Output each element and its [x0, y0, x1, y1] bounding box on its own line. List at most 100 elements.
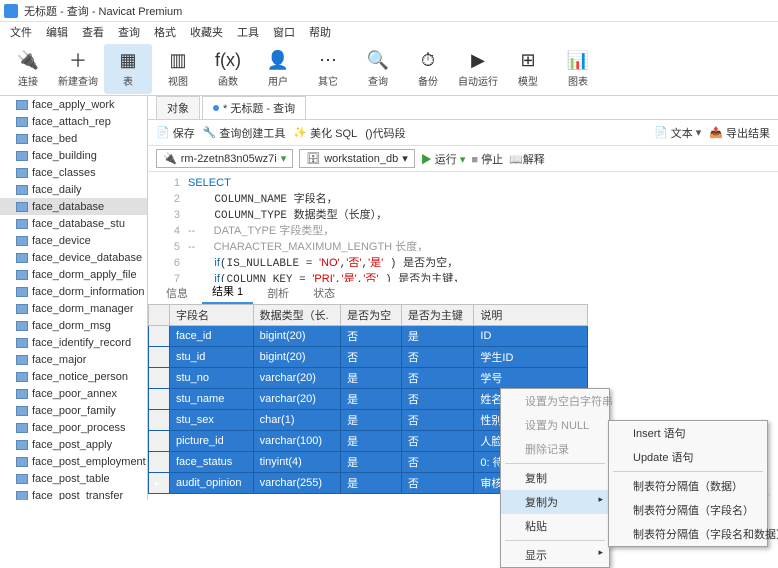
grid-cell[interactable]: 是: [341, 368, 402, 389]
menu-文件[interactable]: 文件: [4, 22, 38, 42]
menu-item[interactable]: 复制为: [501, 490, 609, 514]
grid-cell[interactable]: bigint(20): [253, 326, 340, 347]
context-submenu[interactable]: Insert 语句Update 语句制表符分隔值（数据）制表符分隔值（字段名）制…: [608, 420, 768, 547]
toolbar-视图[interactable]: ▥视图: [154, 44, 202, 94]
toolbar-表[interactable]: ▦表: [104, 44, 152, 94]
tree-item[interactable]: face_classes: [0, 164, 147, 181]
tree-item[interactable]: face_database: [0, 198, 147, 215]
toolbar-函数[interactable]: f(x)函数: [204, 44, 252, 94]
query-builder-button[interactable]: 🔧 查询创建工具: [203, 125, 286, 141]
grid-cell[interactable]: 是: [341, 452, 402, 473]
toolbar-连接[interactable]: 🔌连接: [4, 44, 52, 94]
menu-查看[interactable]: 查看: [76, 22, 110, 42]
object-tree[interactable]: face_apply_workface_attach_repface_bedfa…: [0, 96, 148, 500]
toolbar-备份[interactable]: ⏱备份: [404, 44, 452, 94]
tree-item[interactable]: face_poor_process: [0, 419, 147, 436]
menu-item[interactable]: 显示: [501, 543, 609, 567]
menu-item[interactable]: 制表符分隔值（数据）: [609, 474, 767, 498]
text-mode[interactable]: 📄 文本 ▾: [654, 125, 701, 141]
tree-item[interactable]: face_dorm_apply_file: [0, 266, 147, 283]
tree-item[interactable]: face_bed: [0, 130, 147, 147]
save-button[interactable]: 📄 保存: [156, 125, 195, 141]
menu-帮助[interactable]: 帮助: [303, 22, 337, 42]
server-combo[interactable]: 🔌 rm-2zetn83n05wz7i ▾: [156, 149, 293, 168]
tab[interactable]: 对象: [156, 96, 200, 119]
grid-cell[interactable]: stu_sex: [170, 410, 254, 431]
tree-item[interactable]: face_post_transfer: [0, 487, 147, 500]
menu-工具[interactable]: 工具: [231, 22, 265, 42]
tree-item[interactable]: face_post_employment: [0, 453, 147, 470]
toolbar-用户[interactable]: 👤用户: [254, 44, 302, 94]
run-button[interactable]: ▶ 运行 ▾: [421, 151, 466, 167]
grid-cell[interactable]: audit_opinion: [170, 473, 254, 494]
tree-item[interactable]: face_post_apply: [0, 436, 147, 453]
toolbar-新建查询[interactable]: ＋新建查询: [54, 44, 102, 94]
menu-窗口[interactable]: 窗口: [267, 22, 301, 42]
grid-header[interactable]: 说明: [474, 305, 588, 326]
tree-item[interactable]: face_device: [0, 232, 147, 249]
grid-cell[interactable]: tinyint(4): [253, 452, 340, 473]
grid-cell[interactable]: 学生ID: [474, 347, 588, 368]
snippet-button[interactable]: ()代码段: [365, 125, 405, 141]
grid-cell[interactable]: 否: [401, 368, 474, 389]
explain-button[interactable]: 📖解释: [509, 151, 545, 167]
grid-cell[interactable]: stu_name: [170, 389, 254, 410]
grid-cell[interactable]: 否: [401, 347, 474, 368]
grid-header[interactable]: 是否为主键: [401, 305, 474, 326]
grid-cell[interactable]: 是: [341, 410, 402, 431]
tree-item[interactable]: face_identify_record: [0, 334, 147, 351]
grid-cell[interactable]: ID: [474, 326, 588, 347]
tree-item[interactable]: face_attach_rep: [0, 113, 147, 130]
grid-cell[interactable]: face_status: [170, 452, 254, 473]
menu-item[interactable]: 制表符分隔值（字段名）: [609, 498, 767, 522]
grid-cell[interactable]: stu_id: [170, 347, 254, 368]
grid-cell[interactable]: varchar(255): [253, 473, 340, 494]
grid-cell[interactable]: 是: [401, 326, 474, 347]
toolbar-模型[interactable]: ⊞模型: [504, 44, 552, 94]
toolbar-图表[interactable]: 📊图表: [554, 44, 602, 94]
tree-item[interactable]: face_dorm_msg: [0, 317, 147, 334]
toolbar-查询[interactable]: 🔍查询: [354, 44, 402, 94]
grid-cell[interactable]: stu_no: [170, 368, 254, 389]
tree-item[interactable]: face_notice_person: [0, 368, 147, 385]
grid-cell[interactable]: 否: [401, 431, 474, 452]
grid-cell[interactable]: 否: [401, 473, 474, 494]
tree-item[interactable]: face_post_table: [0, 470, 147, 487]
menu-item[interactable]: 制表符分隔值（字段名和数据）: [609, 522, 767, 546]
context-menu[interactable]: 设置为空白字符串设置为 NULL删除记录复制复制为粘贴显示: [500, 388, 610, 568]
grid-header[interactable]: 数据类型（长.: [253, 305, 340, 326]
tree-item[interactable]: face_major: [0, 351, 147, 368]
grid-cell[interactable]: 是: [341, 389, 402, 410]
menu-收藏夹[interactable]: 收藏夹: [184, 22, 229, 42]
grid-cell[interactable]: 否: [401, 452, 474, 473]
tree-item[interactable]: face_device_database: [0, 249, 147, 266]
tree-item[interactable]: face_poor_family: [0, 402, 147, 419]
stop-button[interactable]: ■ 停止: [471, 151, 503, 167]
menu-item[interactable]: Insert 语句: [609, 421, 767, 445]
toolbar-其它[interactable]: ⋯其它: [304, 44, 352, 94]
grid-cell[interactable]: 否: [341, 347, 402, 368]
grid-cell[interactable]: 否: [401, 410, 474, 431]
tree-item[interactable]: face_daily: [0, 181, 147, 198]
grid-cell[interactable]: varchar(100): [253, 431, 340, 452]
sql-editor[interactable]: 1SELECT 2 COLUMN_NAME 字段名， 3 COLUMN_TYPE…: [148, 172, 778, 282]
grid-cell[interactable]: bigint(20): [253, 347, 340, 368]
menu-编辑[interactable]: 编辑: [40, 22, 74, 42]
tree-item[interactable]: face_dorm_information: [0, 283, 147, 300]
menu-查询[interactable]: 查询: [112, 22, 146, 42]
grid-cell[interactable]: 是: [341, 473, 402, 494]
grid-cell[interactable]: picture_id: [170, 431, 254, 452]
grid-cell[interactable]: 否: [341, 326, 402, 347]
grid-cell[interactable]: face_id: [170, 326, 254, 347]
result-tab[interactable]: 信息: [156, 282, 198, 304]
menu-格式[interactable]: 格式: [148, 22, 182, 42]
result-tab[interactable]: 状态: [303, 282, 345, 304]
export-button[interactable]: 📤导出结果: [709, 125, 770, 141]
grid-cell[interactable]: 否: [401, 389, 474, 410]
grid-cell[interactable]: varchar(20): [253, 368, 340, 389]
result-tab[interactable]: 结果 1: [202, 280, 253, 304]
tree-item[interactable]: face_database_stu: [0, 215, 147, 232]
menu-item[interactable]: 粘贴: [501, 514, 609, 538]
grid-header[interactable]: 字段名: [170, 305, 254, 326]
beautify-button[interactable]: ✨美化 SQL: [293, 125, 357, 141]
